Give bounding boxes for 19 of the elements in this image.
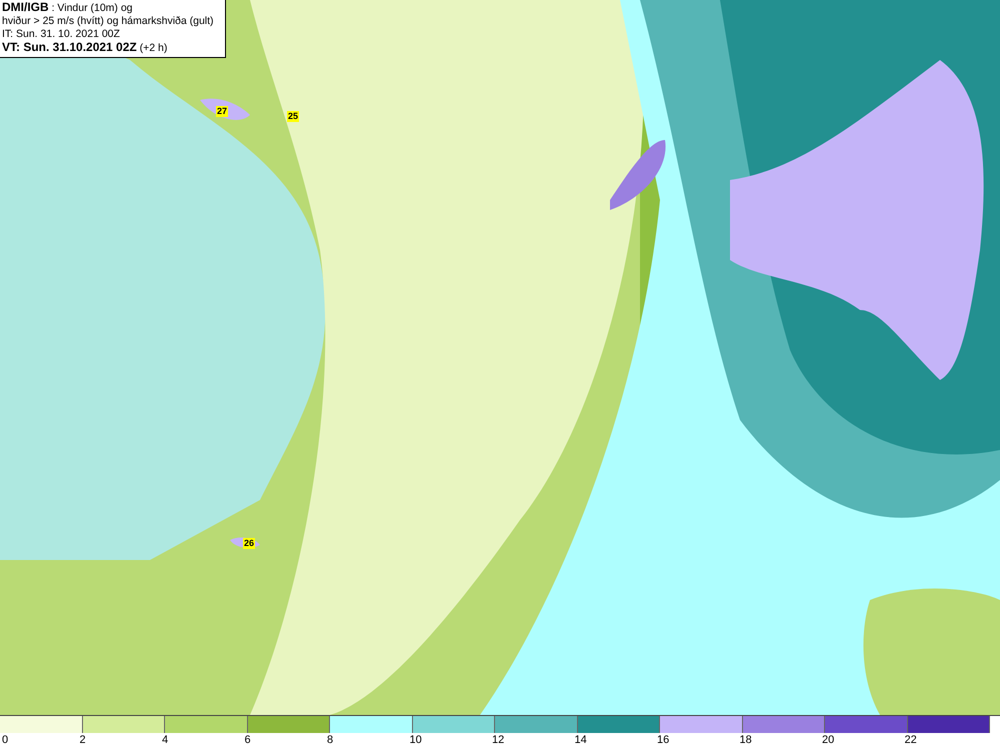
legend-tick-label: 16	[657, 734, 670, 746]
gust-label: 25	[287, 111, 300, 122]
legend-tick-label: 0	[2, 734, 8, 746]
legend-tick-label: 10	[410, 734, 422, 746]
chart-subtitle: hviður > 25 m/s (hvítt) og hámarkshviða (gult)	[2, 15, 215, 28]
legend-tick-label: 18	[740, 734, 752, 746]
legend-tick-label: 22	[904, 734, 917, 746]
gust-label: 26	[243, 538, 256, 549]
initial-time: IT: Sun. 31. 10. 2021 00Z	[2, 28, 121, 41]
gust-label: 27	[216, 106, 228, 117]
legend-tick-label: 14	[574, 734, 587, 746]
legend-tick-label: 6	[244, 734, 251, 746]
legend-tick-label: 20	[822, 734, 834, 746]
legend-tick-label: 12	[492, 734, 504, 746]
legend-tick-label: 2	[80, 734, 86, 746]
chart-title: DMI/IGB : Vindur (10m) og	[2, 1, 134, 15]
legend-tick-label: 4	[162, 734, 168, 746]
valid-time: VT: Sun. 31.10.2021 02Z (+2 h)	[2, 41, 168, 55]
legend-tick-label: 8	[327, 734, 334, 746]
